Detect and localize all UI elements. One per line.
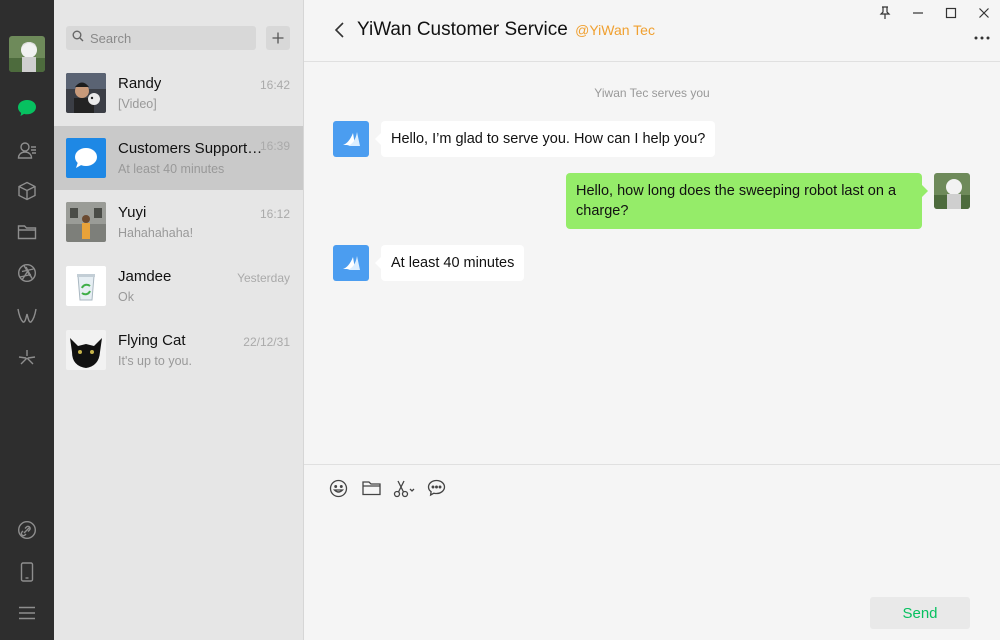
conversation-preview: At least 40 minutes bbox=[118, 162, 225, 176]
chat-icon[interactable] bbox=[15, 96, 39, 120]
conversation-preview: Hahahahaha! bbox=[118, 226, 194, 240]
conversation-list: Randy [Video] 16:42 Customers Support… A… bbox=[54, 0, 304, 640]
search-input[interactable] bbox=[90, 30, 250, 46]
conversation-time: Yesterday bbox=[237, 271, 290, 285]
conversation-time: 16:39 bbox=[259, 139, 290, 153]
moments-icon[interactable] bbox=[15, 261, 39, 285]
contacts-icon[interactable] bbox=[15, 138, 39, 162]
conversation-name: Jamdee bbox=[118, 268, 172, 285]
system-notice: Yiwan Tec serves you bbox=[594, 86, 710, 100]
channels-icon[interactable] bbox=[15, 304, 39, 328]
miniprogram-icon[interactable] bbox=[15, 346, 39, 370]
folder-icon[interactable] bbox=[15, 220, 39, 244]
conversation-time: 16:12 bbox=[259, 207, 290, 221]
search-icon bbox=[72, 29, 84, 47]
chat-title-text: YiWan Customer Service bbox=[357, 19, 568, 40]
minimize-icon[interactable] bbox=[909, 4, 927, 22]
message-input[interactable] bbox=[328, 511, 976, 591]
pin-icon[interactable] bbox=[876, 4, 894, 22]
conversation-preview: Ok bbox=[118, 290, 134, 304]
my-message-avatar[interactable] bbox=[934, 173, 970, 209]
add-chat-button[interactable] bbox=[266, 26, 290, 50]
avatar bbox=[66, 202, 106, 242]
conversation-name: Yuyi bbox=[118, 204, 147, 221]
avatar bbox=[66, 73, 106, 113]
conversation-item[interactable]: Flying Cat It's up to you. 22/12/31 bbox=[54, 318, 303, 382]
avatar bbox=[66, 330, 106, 370]
chat-panel: YiWan Customer Service @YiWan Tec Yiwan … bbox=[304, 0, 1000, 640]
avatar bbox=[66, 138, 106, 178]
nav-rail bbox=[0, 0, 54, 640]
conversation-preview: [Video] bbox=[118, 97, 157, 111]
phone-icon[interactable] bbox=[15, 560, 39, 584]
conversation-name: Randy bbox=[118, 75, 162, 92]
chat-history-icon[interactable] bbox=[425, 477, 447, 499]
maximize-icon[interactable] bbox=[942, 4, 960, 22]
conversation-preview: It's up to you. bbox=[118, 354, 192, 368]
folder-icon[interactable] bbox=[360, 477, 382, 499]
avatar bbox=[66, 266, 106, 306]
box-icon[interactable] bbox=[15, 179, 39, 203]
menu-icon[interactable] bbox=[15, 601, 39, 625]
emoji-icon[interactable] bbox=[327, 477, 349, 499]
close-icon[interactable] bbox=[975, 4, 993, 22]
conversation-item[interactable]: Randy [Video] 16:42 bbox=[54, 61, 303, 125]
conversation-time: 16:42 bbox=[259, 78, 290, 92]
back-icon[interactable] bbox=[332, 20, 348, 40]
service-avatar[interactable] bbox=[333, 121, 369, 157]
conversation-item-active[interactable]: Customers Support… At least 40 minutes 1… bbox=[54, 126, 303, 190]
service-avatar[interactable] bbox=[333, 245, 369, 281]
link-icon[interactable] bbox=[15, 518, 39, 542]
message-bubble-outgoing: Hello, how long does the sweeping robot … bbox=[566, 173, 928, 229]
message-bubble: Hello, I’m glad to serve you. How can I … bbox=[374, 121, 716, 157]
conversation-name: Customers Support… bbox=[118, 140, 263, 157]
conversation-item[interactable]: Yuyi Hahahahaha! 16:12 bbox=[54, 190, 303, 254]
composer-area: Send bbox=[304, 464, 1000, 640]
message-bubble: At least 40 minutes bbox=[374, 245, 525, 281]
screenshot-scissors-icon[interactable] bbox=[393, 477, 415, 499]
my-avatar[interactable] bbox=[9, 36, 45, 72]
send-button[interactable]: Send bbox=[870, 597, 970, 629]
chat-header: YiWan Customer Service @YiWan Tec bbox=[304, 0, 1000, 62]
conversation-time: 22/12/31 bbox=[243, 335, 290, 349]
conversation-name: Flying Cat bbox=[118, 332, 186, 349]
more-options-icon[interactable] bbox=[974, 30, 990, 46]
chat-org-tag: @YiWan Tec bbox=[575, 22, 655, 38]
search-box[interactable] bbox=[66, 26, 256, 50]
chat-title: YiWan Customer Service @YiWan Tec bbox=[357, 19, 655, 41]
conversation-item[interactable]: Jamdee Ok Yesterday bbox=[54, 254, 303, 318]
